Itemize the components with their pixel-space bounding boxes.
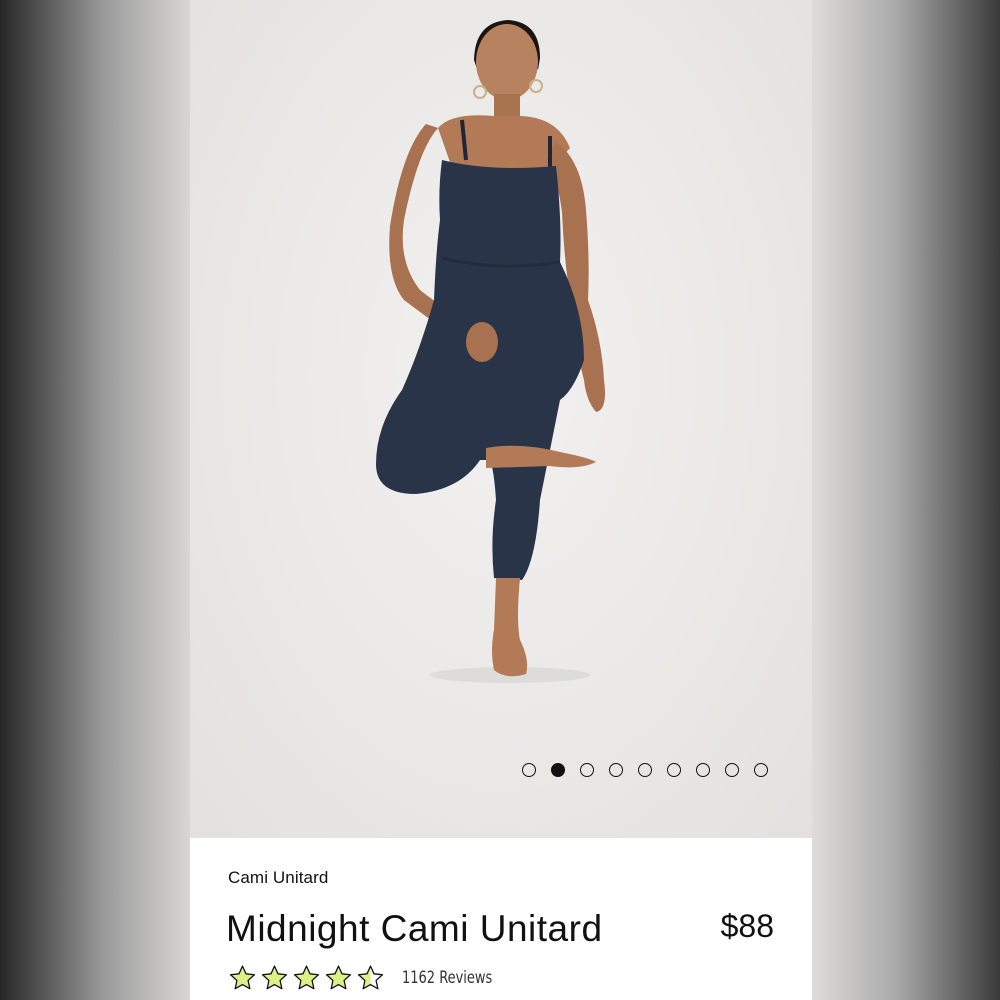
carousel-dot[interactable]: [580, 763, 594, 777]
carousel-dot[interactable]: [754, 763, 768, 777]
carousel-dots: [522, 763, 768, 777]
star-rating[interactable]: 1162 Reviews: [228, 964, 508, 992]
carousel-dot[interactable]: [522, 763, 536, 777]
product-image[interactable]: [190, 0, 812, 838]
blurred-background-left: [0, 0, 190, 1000]
blurred-background-right: [812, 0, 1000, 1000]
carousel-dot[interactable]: [696, 763, 710, 777]
star-full-icon: [261, 965, 288, 990]
carousel-dot[interactable]: [667, 763, 681, 777]
reviews-link[interactable]: 1162 Reviews: [402, 968, 492, 988]
product-collection[interactable]: Cami Unitard: [228, 868, 328, 888]
model-illustration: [376, 20, 605, 683]
product-page: Cami Unitard Midnight Cami Unitard $88 1…: [190, 0, 812, 1000]
carousel-dot[interactable]: [725, 763, 739, 777]
product-price: $88: [720, 908, 774, 944]
carousel-dot-active[interactable]: [551, 763, 565, 777]
carousel-dot[interactable]: [638, 763, 652, 777]
star-half-icon: [357, 965, 384, 990]
product-info: Cami Unitard Midnight Cami Unitard $88 1…: [190, 838, 812, 1000]
product-title: Midnight Cami Unitard: [226, 908, 603, 949]
star-full-icon: [325, 965, 352, 990]
star-full-icon: [293, 965, 320, 990]
carousel-dot[interactable]: [609, 763, 623, 777]
star-full-icon: [229, 965, 256, 990]
